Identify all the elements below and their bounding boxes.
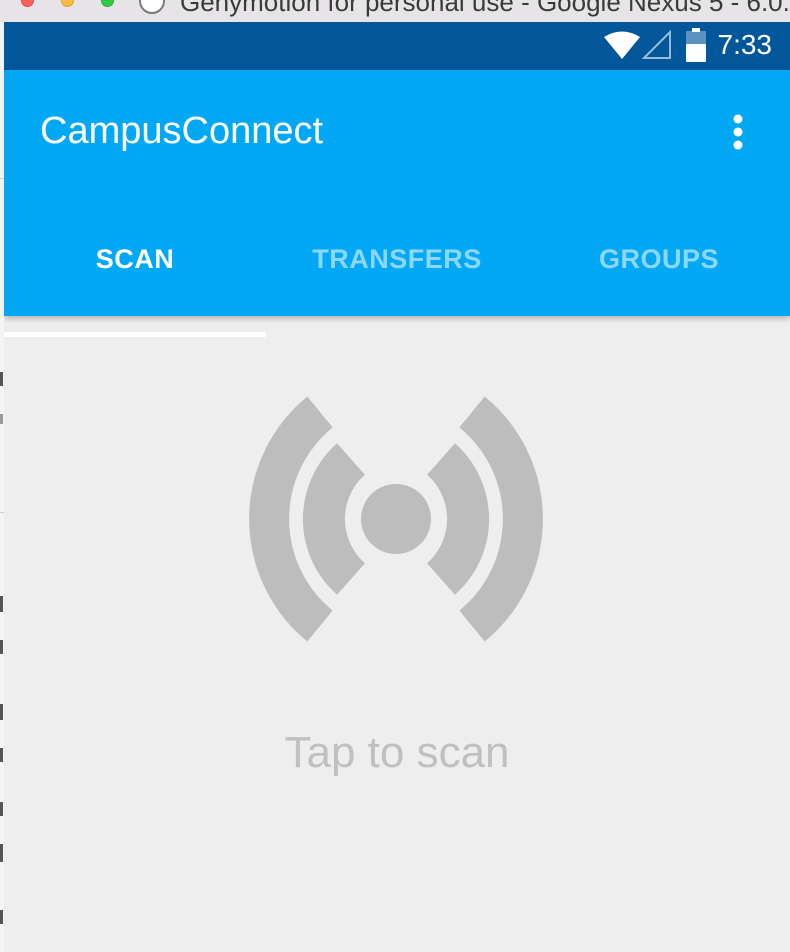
scan-content: Tap to scan: [4, 316, 790, 952]
status-time: 7:33: [717, 29, 773, 60]
tab-label: SCAN: [95, 243, 175, 274]
genymotion-app-icon: [139, 0, 165, 14]
tab-groups[interactable]: GROUPS: [528, 208, 790, 316]
overflow-menu-button[interactable]: [720, 110, 756, 156]
app-bar: CampusConnect SCAN TRANSFERS GROUPS: [4, 70, 790, 316]
window-close-button[interactable]: [21, 0, 34, 7]
app-title: CampusConnect: [40, 110, 324, 152]
window-zoom-button[interactable]: [101, 0, 114, 7]
mac-window-titlebar: Genymotion for personal use - Google Nex…: [0, 0, 790, 23]
scan-button[interactable]: [200, 384, 592, 654]
nfc-scan-icon: [200, 396, 592, 658]
android-device-screen: 7:33 CampusConnect SCAN TRANSFERS GROUPS: [4, 22, 790, 952]
signal-icon: [641, 30, 672, 60]
scan-instruction: Tap to scan: [284, 728, 510, 777]
window-minimize-button[interactable]: [61, 0, 74, 7]
tab-bar: SCAN TRANSFERS GROUPS: [4, 208, 790, 316]
status-bar: 7:33: [4, 22, 790, 70]
more-vert-icon: [720, 114, 756, 160]
window-title: Genymotion for personal use - Google Nex…: [180, 0, 790, 17]
tab-scan[interactable]: SCAN: [4, 208, 266, 316]
tab-label: GROUPS: [598, 243, 720, 274]
battery-icon: [685, 28, 706, 62]
tab-label: TRANSFERS: [312, 243, 482, 274]
wifi-icon: [603, 30, 640, 60]
status-icons: 7:33: [603, 28, 773, 62]
tab-transfers[interactable]: TRANSFERS: [266, 208, 528, 316]
